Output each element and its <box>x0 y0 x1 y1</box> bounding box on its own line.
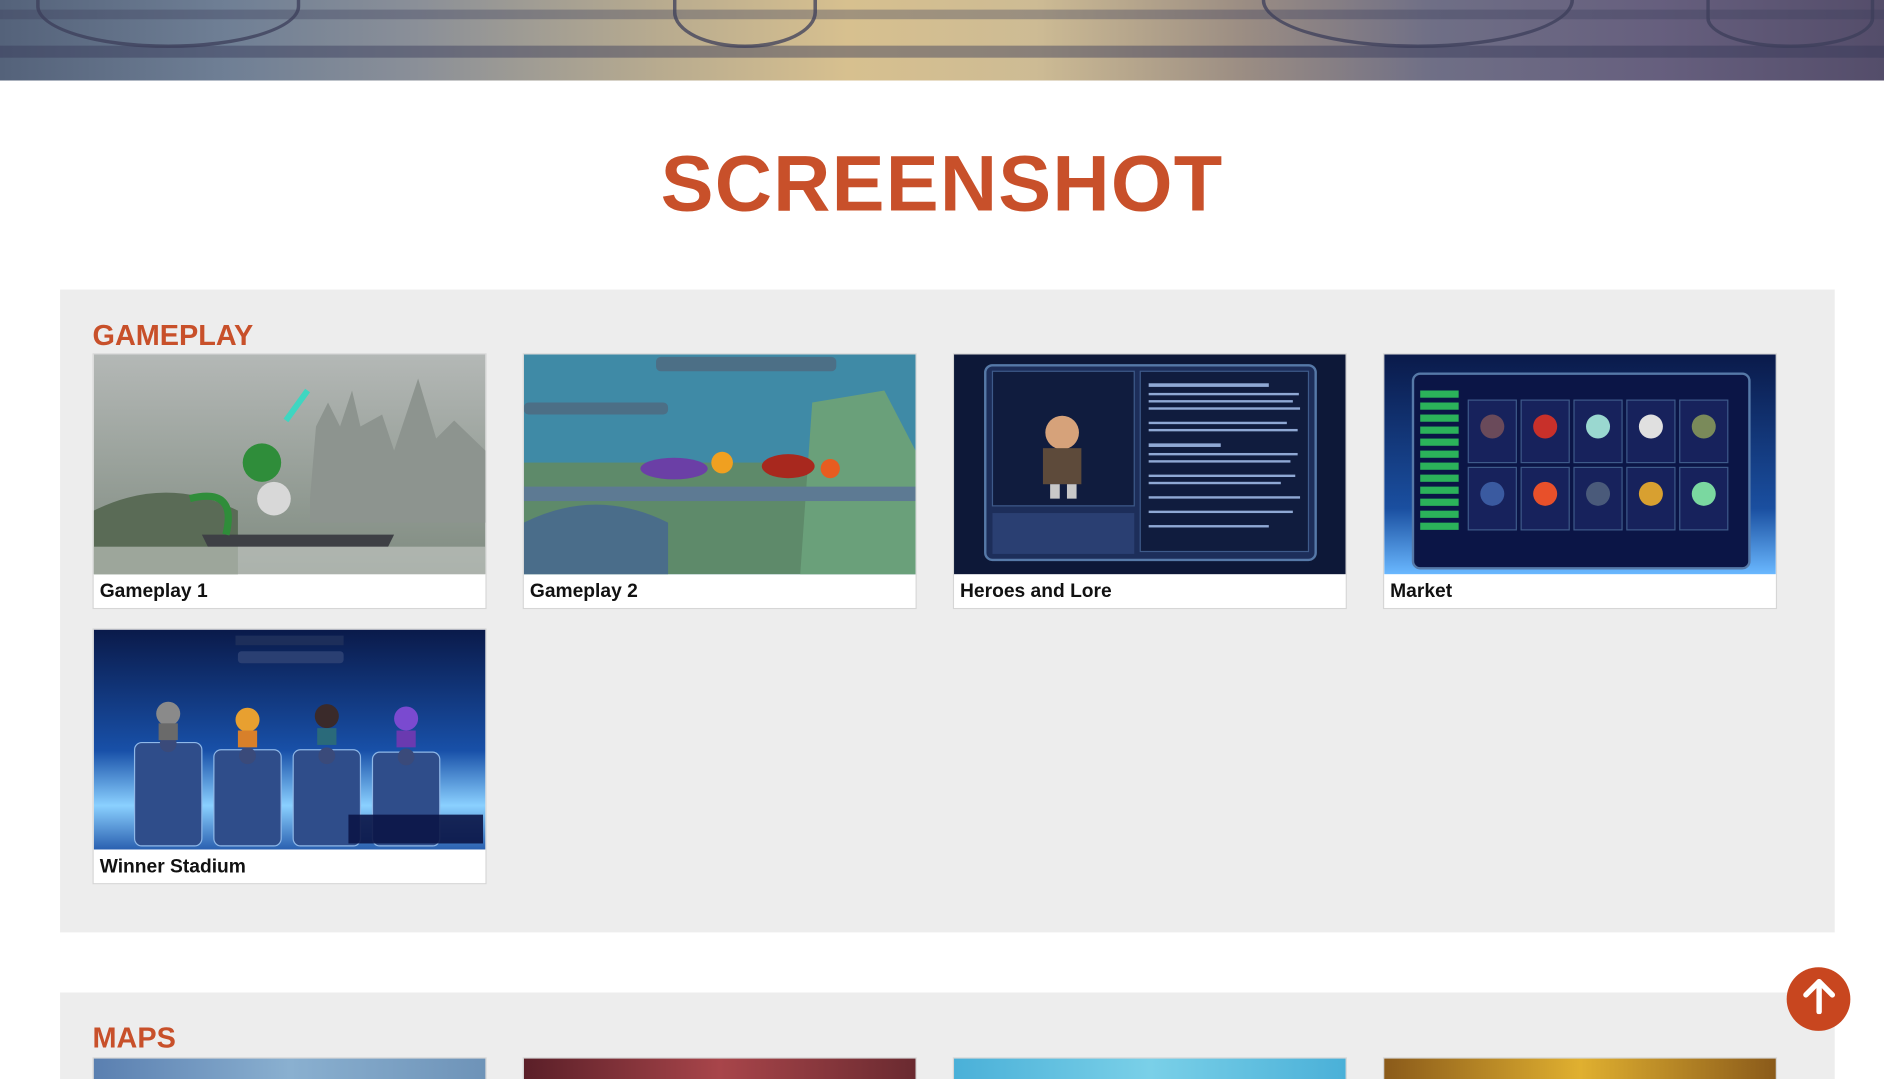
card-caption: Market <box>1390 581 1453 602</box>
map-thumbnail[interactable] <box>1382 1057 1778 1079</box>
page: SCREENSHOT GAMEPLAY Gameplay 1 Gameplay … <box>0 0 1884 1079</box>
map-thumbnail[interactable] <box>522 1057 917 1079</box>
gallery-card-gameplay-1[interactable]: Gameplay 1 <box>92 353 487 610</box>
gameplay-section: GAMEPLAY Gameplay 1 Gameplay 2 Heroes an… <box>60 289 1835 933</box>
gameplay-1-thumbnail[interactable] <box>93 354 486 575</box>
scroll-to-top-button[interactable] <box>1786 967 1851 1031</box>
arrow-up-icon <box>1802 978 1836 1020</box>
gallery-card-heroes-and-lore[interactable]: Heroes and Lore <box>952 353 1347 610</box>
maps-heading: MAPS <box>92 1022 176 1055</box>
maps-section: MAPS <box>60 992 1835 1079</box>
gameplay-heading: GAMEPLAY <box>92 319 254 353</box>
card-caption: Winner Stadium <box>99 856 246 878</box>
winner-stadium-thumbnail[interactable] <box>93 629 486 850</box>
hero-banner-image <box>0 0 1884 81</box>
page-title: SCREENSHOT <box>660 138 1224 228</box>
gallery-card-winner-stadium[interactable]: Winner Stadium <box>92 628 487 885</box>
market-thumbnail[interactable] <box>1384 354 1776 575</box>
gameplay-2-thumbnail[interactable] <box>523 354 916 575</box>
gallery-card-market[interactable]: Market <box>1382 353 1778 610</box>
heroes-and-lore-thumbnail[interactable] <box>954 354 1346 575</box>
card-caption: Gameplay 2 <box>529 581 638 602</box>
map-thumbnail[interactable] <box>92 1057 487 1079</box>
card-caption: Heroes and Lore <box>960 581 1112 602</box>
gallery-card-gameplay-2[interactable]: Gameplay 2 <box>522 353 917 610</box>
card-caption: Gameplay 1 <box>99 581 208 602</box>
map-thumbnail[interactable] <box>952 1057 1347 1079</box>
